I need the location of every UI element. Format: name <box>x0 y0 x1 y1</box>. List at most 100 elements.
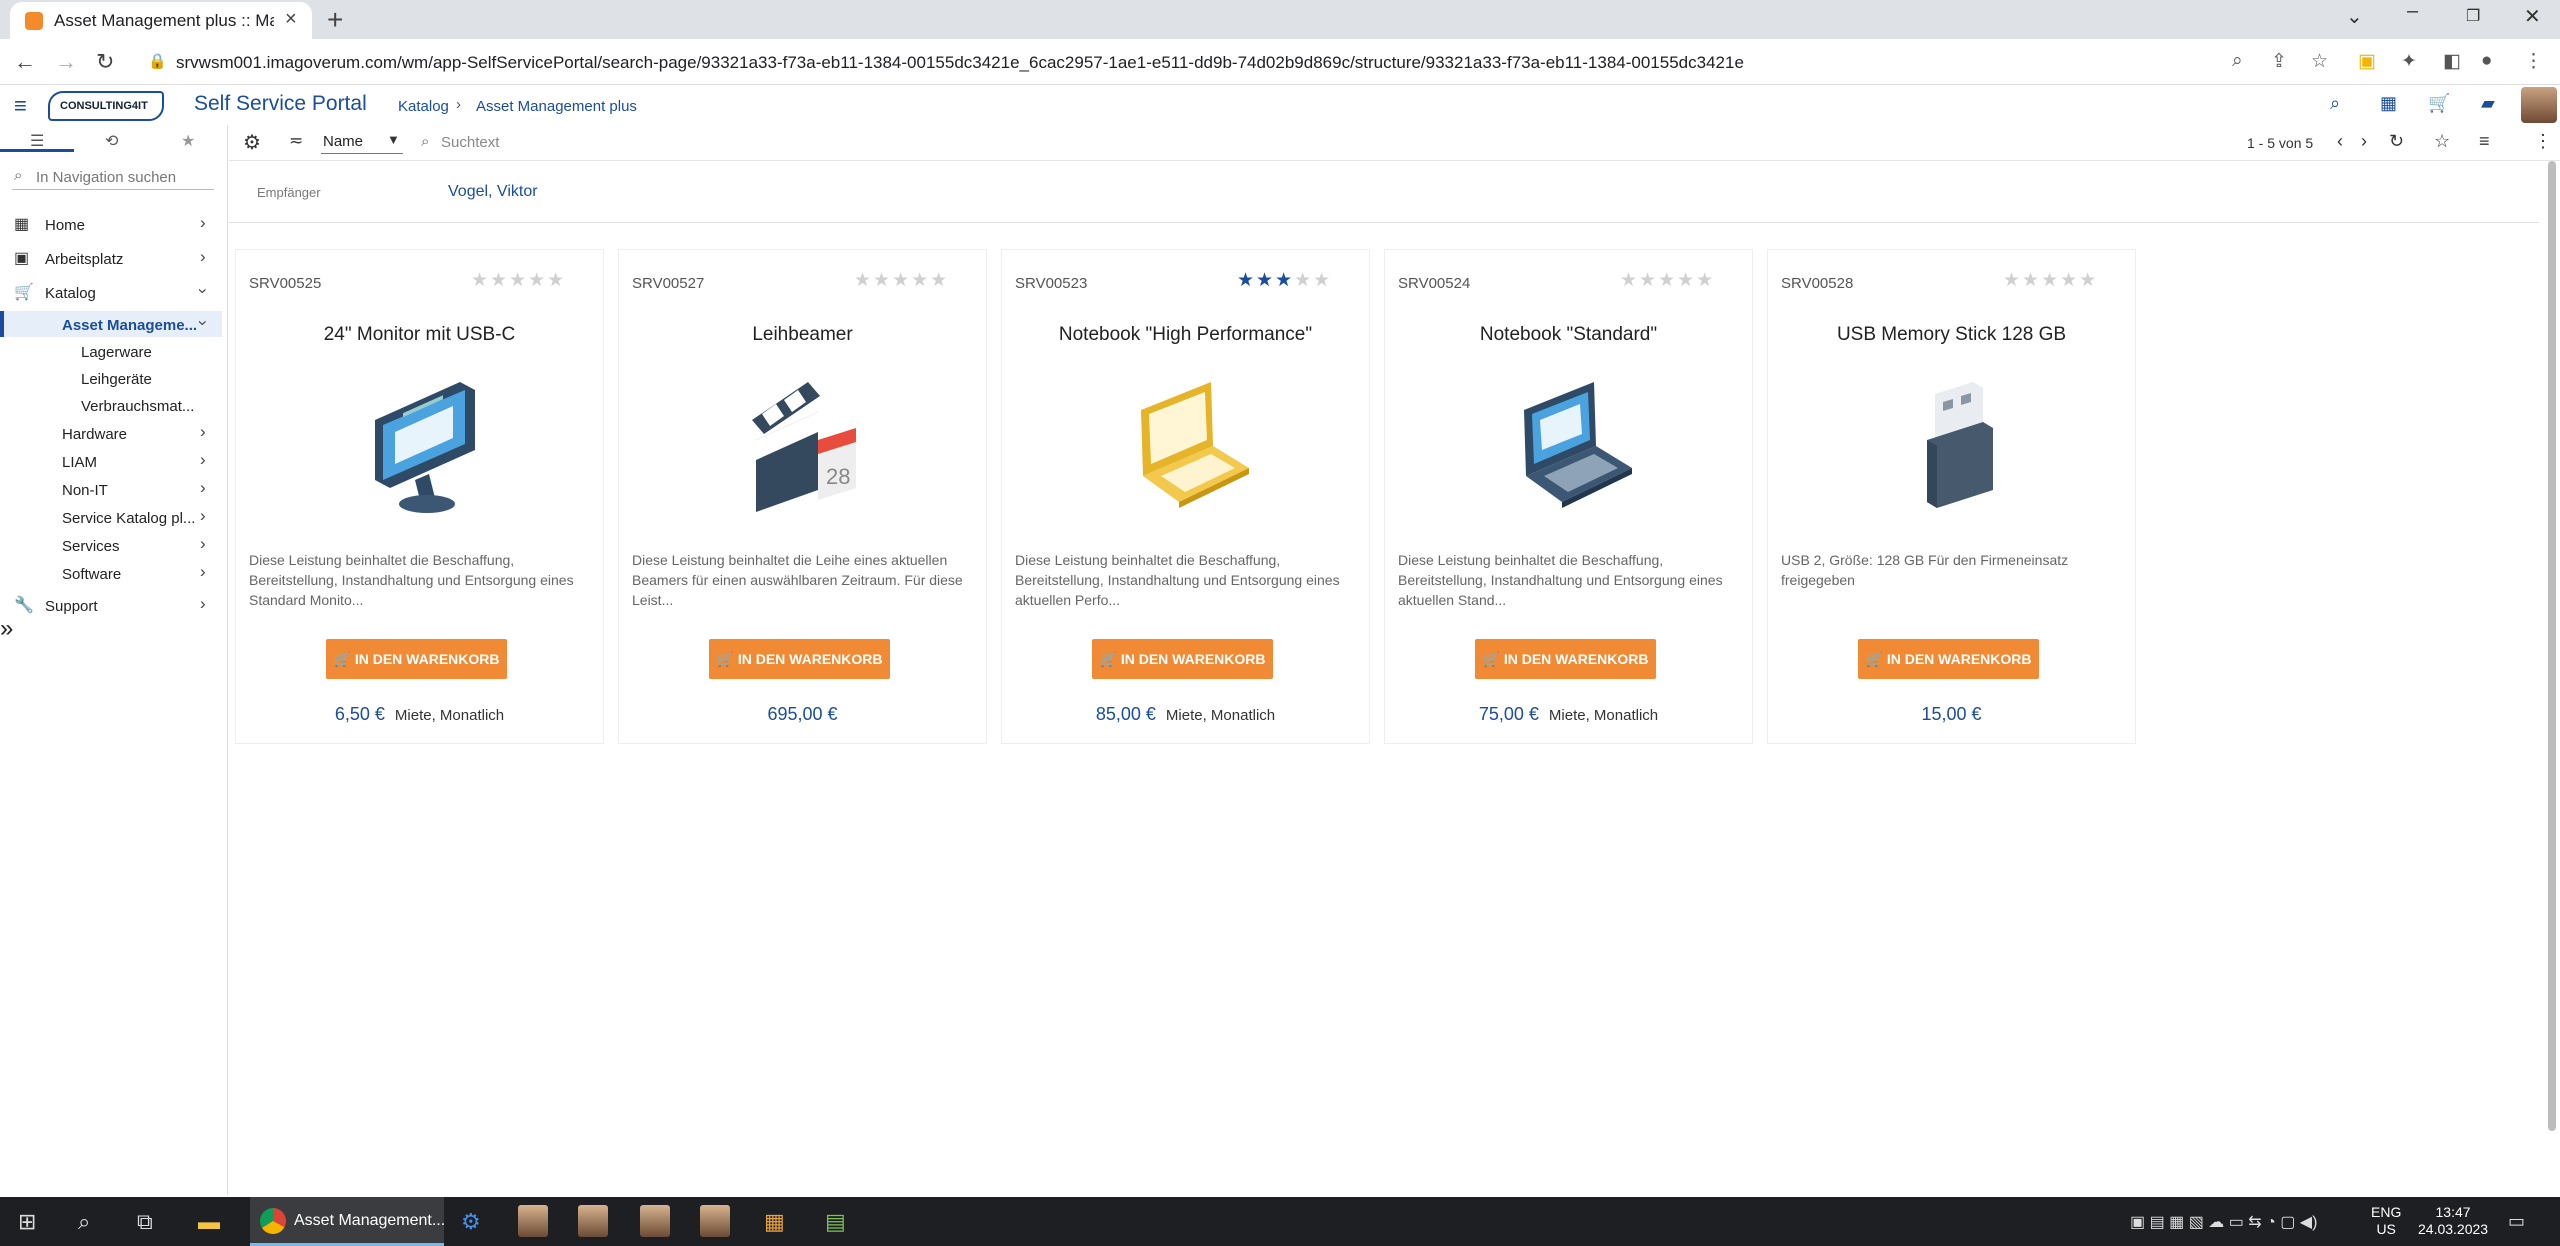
monitor-icon[interactable] <box>365 380 485 520</box>
rating-stars[interactable]: ★★★★★ <box>1620 269 1715 292</box>
rating-stars[interactable]: ★★★★★ <box>2003 269 2098 292</box>
sidebar-item-verbrauchsmaterial[interactable]: Verbrauchsmat... <box>0 392 222 418</box>
add-to-cart-button[interactable]: 🛒 IN DEN WARENKORB <box>1858 639 2039 679</box>
restore-icon[interactable]: ❐ <box>2466 6 2480 26</box>
browser-menu-icon[interactable]: ⋮ <box>2524 50 2543 73</box>
navigation-search-input[interactable]: ⌕ In Navigation suchen <box>12 164 214 190</box>
refresh-icon[interactable]: ↻ <box>2389 131 2404 152</box>
usb-stick-icon[interactable] <box>1897 380 2017 520</box>
close-window-icon[interactable]: ✕ <box>2524 4 2541 29</box>
add-to-cart-button[interactable]: 🛒 IN DEN WARENKORB <box>709 639 890 679</box>
sort-icon[interactable]: ≂ <box>289 131 303 151</box>
app-icon[interactable]: ▦ <box>764 1209 785 1235</box>
sidebar-item-support[interactable]: 🔧 Support › <box>0 592 222 618</box>
product-name[interactable]: Leihbeamer <box>619 324 986 346</box>
user-avatar[interactable] <box>2521 87 2557 123</box>
app-icon[interactable]: ⚙ <box>461 1209 481 1235</box>
product-card[interactable]: SRV00524 ★★★★★ Notebook "Standard" Diese… <box>1384 249 1753 744</box>
taskbar-chrome-window[interactable]: Asset Management... <box>250 1197 445 1246</box>
sidebar-item-arbeitsplatz[interactable]: ▣ Arbeitsplatz › <box>0 245 222 271</box>
product-card[interactable]: SRV00523 ★★★★★ Notebook "High Performanc… <box>1001 249 1370 744</box>
product-card[interactable]: SRV00527 ★★★★★ Leihbeamer 28 Diese Leist… <box>618 249 987 744</box>
contact-photo-icon[interactable] <box>578 1205 608 1237</box>
task-view-icon[interactable]: ⧉ <box>137 1209 153 1235</box>
contact-photo-icon[interactable] <box>640 1205 670 1237</box>
extensions-icon[interactable]: ✦ <box>2401 50 2417 73</box>
search-input[interactable]: ⌕ Suchtext <box>421 130 821 154</box>
product-name[interactable]: USB Memory Stick 128 GB <box>1768 324 2135 346</box>
list-view-icon[interactable]: ☰ <box>30 131 44 151</box>
windows-start-icon[interactable]: ⊞ <box>18 1209 36 1235</box>
favorites-star-icon[interactable]: ★ <box>181 131 195 151</box>
profile-icon[interactable]: ● <box>2481 50 2492 72</box>
sidebar-item-leihgeraete[interactable]: Leihgeräte <box>0 365 222 391</box>
add-to-cart-button[interactable]: 🛒 IN DEN WARENKORB <box>1092 639 1273 679</box>
clapperboard-calendar-icon[interactable]: 28 <box>748 380 868 520</box>
history-icon[interactable]: ⟲ <box>105 131 118 151</box>
close-tab-icon[interactable]: × <box>285 8 297 31</box>
previous-page-icon[interactable]: ‹ <box>2337 131 2343 152</box>
company-logo[interactable]: CONSULTING4IT <box>48 91 164 121</box>
tab-search-icon[interactable]: ⌄ <box>2346 4 2363 29</box>
favorite-star-icon[interactable]: ☆ <box>2434 131 2450 152</box>
sidebar-item-hardware[interactable]: Hardware › <box>0 420 222 446</box>
sidebar-item-lagerware[interactable]: Lagerware <box>0 338 222 364</box>
new-tab-icon[interactable]: + <box>327 4 343 36</box>
extension-folder-icon[interactable]: ▣ <box>2358 50 2376 73</box>
expand-sidebar-icon[interactable]: » <box>0 615 13 643</box>
language-indicator[interactable]: ENG US <box>2371 1204 2401 1238</box>
sidebar-item-non-it[interactable]: Non-IT › <box>0 476 222 502</box>
notifications-icon[interactable]: ▭ <box>2508 1211 2525 1232</box>
sidebar-item-home[interactable]: ▦ Home › <box>0 211 222 237</box>
contact-photo-icon[interactable] <box>700 1205 730 1237</box>
recipient-value[interactable]: Vogel, Viktor <box>448 183 538 201</box>
rating-stars[interactable]: ★★★★★ <box>854 269 949 292</box>
contact-photo-icon[interactable] <box>518 1205 548 1237</box>
sidebar-item-services[interactable]: Services › <box>0 532 222 558</box>
cart-icon[interactable]: 🛒 <box>2428 93 2450 114</box>
add-to-cart-button[interactable]: 🛒 IN DEN WARENKORB <box>1475 639 1656 679</box>
sidebar-item-software[interactable]: Software › <box>0 560 222 586</box>
laptop-blue-icon[interactable] <box>1514 380 1634 520</box>
breadcrumb-current[interactable]: Asset Management plus <box>476 98 637 115</box>
product-name[interactable]: Notebook "High Performance" <box>1002 324 1369 346</box>
sidebar-item-service-katalog[interactable]: Service Katalog pl... › <box>0 504 222 530</box>
bookmark-star-icon[interactable]: ☆ <box>2311 50 2328 73</box>
sidebar-item-liam[interactable]: LIAM › <box>0 448 222 474</box>
clock[interactable]: 13:47 24.03.2023 <box>2418 1204 2488 1238</box>
file-explorer-icon[interactable]: ▬ <box>198 1209 220 1235</box>
zoom-icon[interactable]: ⌕ <box>2232 50 2243 72</box>
product-name[interactable]: Notebook "Standard" <box>1385 324 1752 346</box>
filter-icon[interactable]: ≡ <box>2479 131 2490 152</box>
share-icon[interactable]: ⇪ <box>2271 50 2287 73</box>
menu-icon[interactable]: ≡ <box>14 93 27 119</box>
sidebar-item-asset-management[interactable]: Asset Manageme... › <box>0 311 222 337</box>
next-page-icon[interactable]: › <box>2361 131 2367 152</box>
rating-stars[interactable]: ★★★★★ <box>471 269 566 292</box>
search-icon[interactable]: ⌕ <box>2330 93 2340 114</box>
reload-icon[interactable]: ↻ <box>96 49 114 75</box>
chat-icon[interactable]: ▰ <box>2481 93 2495 114</box>
sidebar-item-katalog[interactable]: 🛒 Katalog › <box>0 279 222 305</box>
more-options-icon[interactable]: ⋮ <box>2534 131 2552 152</box>
app-icon[interactable]: ▤ <box>825 1209 846 1235</box>
back-icon[interactable]: ← <box>14 49 36 75</box>
sort-select[interactable]: Name ▼ <box>321 130 403 154</box>
url-field[interactable]: 🔒 srvwsm001.imagoverum.com/wm/app-SelfSe… <box>148 47 2258 77</box>
browser-tab[interactable]: Asset Management plus :: Matrix × <box>10 2 312 39</box>
side-panel-icon[interactable]: ◧ <box>2443 50 2461 73</box>
product-card[interactable]: SRV00525 ★★★★★ 24" Monitor mit USB-C Die… <box>235 249 604 744</box>
tray-icons[interactable]: ▣ ▤ ▦ ▧ ☁ ▭ ⇆ ◔ ▢ ◀) <box>2130 1212 2317 1232</box>
product-card[interactable]: SRV00528 ★★★★★ USB Memory Stick 128 GB U… <box>1767 249 2136 744</box>
apps-grid-icon[interactable]: ▦ <box>2380 93 2397 114</box>
vertical-scrollbar[interactable] <box>2548 161 2556 1131</box>
product-name[interactable]: 24" Monitor mit USB-C <box>236 324 603 346</box>
minimize-icon[interactable]: – <box>2407 0 2418 23</box>
rating-stars[interactable]: ★★★★★ <box>1237 269 1332 292</box>
laptop-gold-icon[interactable] <box>1131 380 1251 520</box>
add-to-cart-button[interactable]: 🛒 IN DEN WARENKORB <box>326 639 507 679</box>
gear-icon[interactable]: ⚙ <box>243 130 261 155</box>
search-icon[interactable]: ⌕ <box>78 1209 90 1235</box>
breadcrumb-katalog[interactable]: Katalog <box>398 98 449 115</box>
forward-icon[interactable]: → <box>55 49 77 75</box>
